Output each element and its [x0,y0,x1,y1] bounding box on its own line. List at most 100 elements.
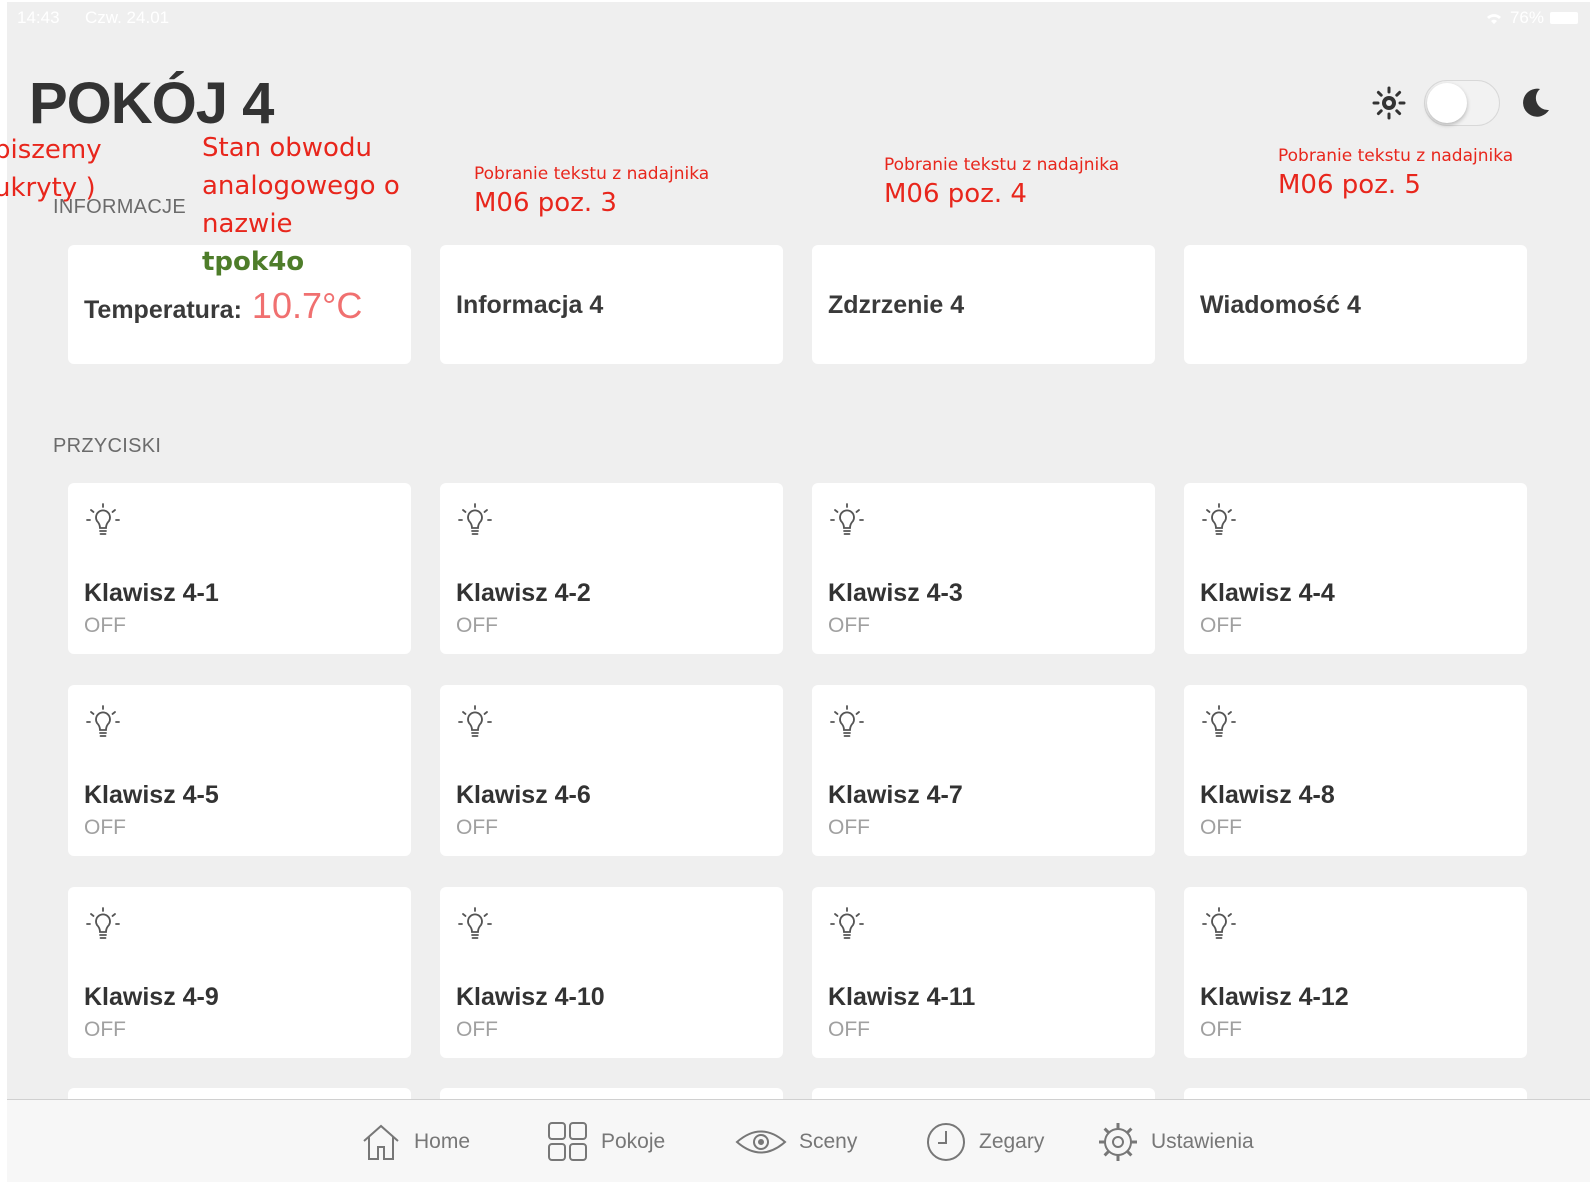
switch-state: OFF [828,614,870,637]
status-right: 76% [1484,8,1578,28]
switch-label: Klawisz 4-7 [828,781,963,809]
moon-icon [1523,88,1549,117]
switch-state: OFF [84,614,126,637]
annotation-circuit-name: tpok4o [202,247,305,277]
annotation-circuit-line1: Stan obwodu [202,133,372,163]
annotation-circuit-line3: nazwie [202,209,293,239]
switch-label: Klawisz 4-2 [456,579,591,607]
grid-icon [548,1121,587,1161]
bulb-icon [830,503,864,535]
switch-state: OFF [828,816,870,839]
tab-label: Zegary [979,1129,1045,1153]
annotation-circuit-line2: analogowego o [202,171,400,201]
info-card-4: Wiadomość 4 [1184,245,1527,364]
switch-state: OFF [1200,614,1242,637]
toggle-knob [1427,83,1467,123]
switch-label: Klawisz 4-3 [828,579,963,607]
status-time: 14:43 [17,8,60,27]
bulb-icon [830,907,864,939]
switch-card[interactable]: Klawisz 4-8 OFF [1184,685,1527,856]
status-date: Czw. 24.01 [85,8,170,27]
annotation-pos5-text: M06 poz. 5 [1278,170,1421,200]
annotation-pos3: Pobranie tekstu z nadajnika M06 poz. 3 [474,164,709,222]
annotation-pos4-text: M06 poz. 4 [884,179,1027,209]
tab-label: Sceny [799,1129,858,1153]
tab-rooms[interactable]: Pokoje [547,1100,665,1182]
bulb-icon [458,503,492,535]
wifi-icon [1486,14,1501,24]
bulb-icon [458,705,492,737]
status-bar: 14:43 Czw. 24.01 76% [7,2,1590,36]
bulb-icon [86,907,120,939]
switch-label: Klawisz 4-10 [456,983,605,1011]
eye-icon [735,1130,787,1153]
dark-mode-toggle[interactable] [1424,80,1500,126]
tab-settings[interactable]: Ustawienia [1097,1100,1254,1182]
switch-card[interactable]: Klawisz 4-11 OFF [812,887,1155,1058]
switch-state: OFF [1200,1018,1242,1041]
bulb-icon [830,705,864,737]
page-title: POKÓJ 4 [29,71,274,136]
tab-clocks[interactable]: Zegary [925,1100,1044,1182]
info-card-text: Zdzrzenie 4 [828,291,965,319]
switch-label: Klawisz 4-4 [1200,579,1335,607]
bulb-icon [458,907,492,939]
switch-label: Klawisz 4-6 [456,781,591,809]
temperature-label: Temperatura: [84,296,242,324]
info-card-text: Wiadomość 4 [1200,291,1361,319]
switch-card[interactable]: Klawisz 4-4 OFF [1184,483,1527,654]
annotation-note: Pobranie tekstu z nadajnika [474,164,710,184]
theme-toggle-group [1372,80,1552,126]
clock-icon [927,1122,965,1161]
tab-label: Home [414,1129,471,1153]
switch-label: Klawisz 4-12 [1200,983,1349,1011]
temperature-value: 10.7°C [251,285,363,326]
bulb-icon [86,705,120,737]
tab-label: Ustawienia [1151,1129,1254,1153]
info-card-2: Informacja 4 [440,245,783,364]
battery-percent: 76% [1509,8,1544,27]
switch-card[interactable]: Klawisz 4-1 OFF [68,483,411,654]
switch-card[interactable]: Klawisz 4-6 OFF [440,685,783,856]
switch-label: Klawisz 4-11 [828,983,976,1011]
bulb-icon [1202,705,1236,737]
switch-state: OFF [1200,816,1242,839]
switch-label: Klawisz 4-1 [84,579,219,607]
battery-icon [1550,12,1578,24]
annotation-left: piszemy ukryty ) [0,131,102,207]
tab-label: Pokoje [601,1129,666,1153]
section-label-buttons: PRZYCISKI [53,435,162,457]
sun-icon [1372,86,1406,120]
switch-card[interactable]: Klawisz 4-7 OFF [812,685,1155,856]
switch-state: OFF [84,816,126,839]
tab-home[interactable]: Home [360,1100,470,1182]
switch-card[interactable]: Klawisz 4-10 OFF [440,887,783,1058]
annotation-pos4: Pobranie tekstu z nadajnika M06 poz. 4 [884,155,1119,213]
switch-card[interactable]: Klawisz 4-5 OFF [68,685,411,856]
switch-label: Klawisz 4-9 [84,983,219,1011]
switch-label: Klawisz 4-5 [84,781,219,809]
switch-card[interactable]: Klawisz 4-2 OFF [440,483,783,654]
tab-scenes[interactable]: Sceny [735,1100,857,1182]
bulb-icon [86,503,120,535]
annotation-note: Pobranie tekstu z nadajnika [1278,146,1514,166]
home-icon [363,1124,399,1160]
gear-icon [1099,1122,1137,1161]
annotation-left-line2: ukryty ) [0,173,96,203]
switch-card[interactable]: Klawisz 4-12 OFF [1184,887,1527,1058]
info-card-text: Informacja 4 [456,291,604,319]
info-card-text: Temperatura: 10.7°C [84,285,362,327]
annotation-note: Pobranie tekstu z nadajnika [884,155,1120,175]
annotation-pos3-text: M06 poz. 3 [474,188,617,218]
switch-card[interactable]: Klawisz 4-9 OFF [68,887,411,1058]
switch-state: OFF [84,1018,126,1041]
tab-bar: Home Pokoje Sceny Zegary Ustawienia [7,1099,1590,1182]
switch-card[interactable]: Klawisz 4-3 OFF [812,483,1155,654]
info-card-3: Zdzrzenie 4 [812,245,1155,364]
annotation-pos5: Pobranie tekstu z nadajnika M06 poz. 5 [1278,146,1513,204]
switch-state: OFF [828,1018,870,1041]
switch-state: OFF [456,1018,498,1041]
bulb-icon [1202,503,1236,535]
annotation-left-line1: piszemy [0,135,102,165]
bulb-icon [1202,907,1236,939]
